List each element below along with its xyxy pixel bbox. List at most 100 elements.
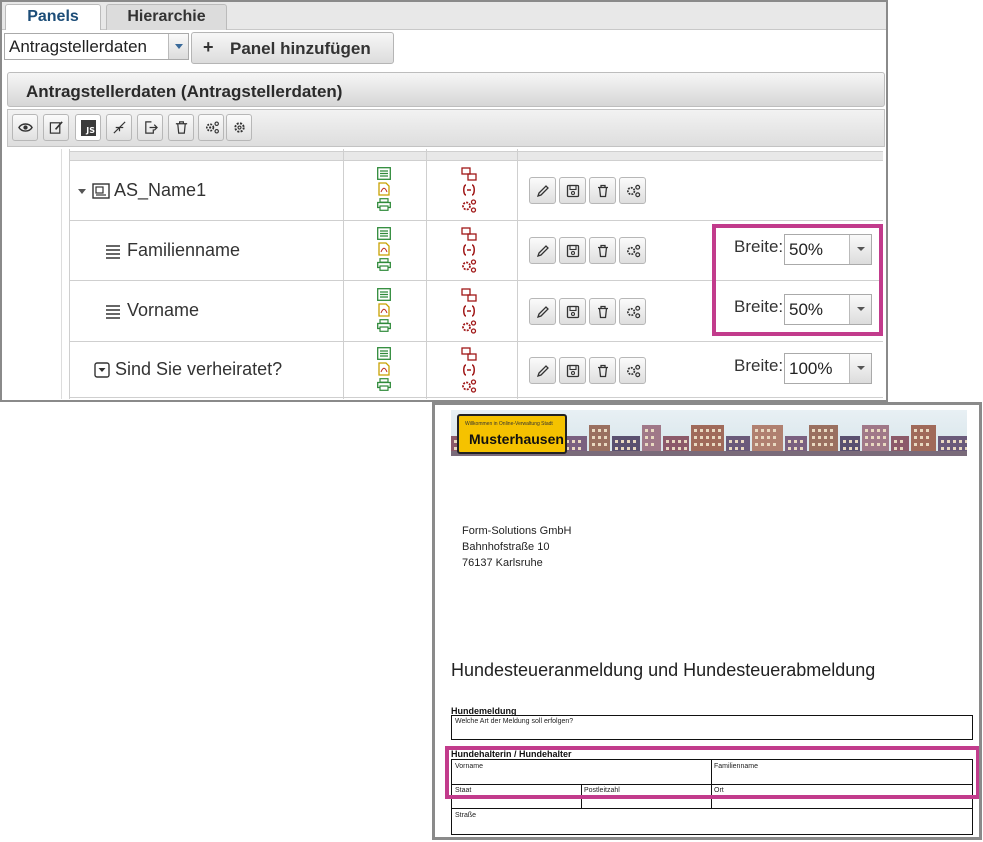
address-line: 76137 Karlsruhe [462, 557, 543, 569]
breite-select[interactable]: 100% [784, 353, 872, 384]
copy-icon[interactable] [461, 167, 477, 181]
caret-down-icon[interactable] [77, 186, 87, 196]
panel-title: Antragstellerdaten (Antragstellerdaten) [26, 82, 343, 101]
javascript-button[interactable]: JS [75, 114, 101, 141]
cogs-icon [627, 364, 641, 378]
print-icon[interactable] [377, 378, 391, 391]
row-label: AS_Name1 [114, 180, 207, 200]
pencil-icon [536, 185, 549, 198]
export-button[interactable] [137, 114, 163, 141]
list-icon[interactable] [377, 227, 391, 240]
delete-button[interactable] [589, 357, 616, 384]
list-icon[interactable] [377, 167, 391, 180]
js-icon: JS [81, 120, 96, 136]
pencil-icon [536, 306, 549, 319]
cogs-icon[interactable] [461, 259, 477, 273]
copy-icon[interactable] [461, 288, 477, 302]
cogs-icon[interactable] [461, 379, 477, 393]
link-icon[interactable] [461, 304, 477, 318]
panel-select[interactable]: Antragstellerdaten [4, 33, 189, 60]
link-icon[interactable] [461, 363, 477, 377]
panel-select-value: Antragstellerdaten [9, 37, 147, 56]
output-icons [377, 347, 393, 393]
chevron-down-icon[interactable] [168, 34, 188, 59]
delete-button[interactable] [589, 237, 616, 264]
sign-subtitle: Willkommen in Online-Verwaltung Stadt [465, 421, 553, 427]
settings-button[interactable] [619, 357, 646, 384]
output-icons [377, 288, 393, 334]
edit-button[interactable] [529, 298, 556, 325]
save-button[interactable] [559, 357, 586, 384]
edit-button[interactable] [529, 177, 556, 204]
save-button[interactable] [559, 298, 586, 325]
chevron-down-icon[interactable] [849, 354, 871, 383]
dropdown-field-icon [94, 362, 110, 378]
pdf-icon[interactable] [377, 362, 391, 376]
save-button[interactable] [559, 237, 586, 264]
logic-icons [461, 288, 477, 336]
text-field-icon [106, 305, 120, 320]
highlight-frame [445, 746, 979, 799]
document-title: Hundesteueranmeldung und Hundesteuerabme… [451, 660, 876, 680]
link-icon[interactable] [461, 243, 477, 257]
print-icon[interactable] [377, 258, 391, 271]
edit-icon [49, 121, 63, 134]
tab-hierarchie[interactable]: Hierarchie [106, 4, 227, 30]
list-icon[interactable] [377, 288, 391, 301]
cogs-icon [627, 305, 641, 319]
pdf-icon[interactable] [377, 303, 391, 317]
edit-button[interactable] [529, 237, 556, 264]
add-panel-label: Panel hinzufügen [230, 39, 371, 58]
row-label-wrap: AS_Name1 [77, 180, 206, 201]
panel-editor-window: Panels Hierarchie Antragstellerdaten + P… [0, 0, 888, 402]
address-line: Form-Solutions GmbH [462, 525, 572, 537]
list-icon[interactable] [377, 347, 391, 360]
save-icon [566, 244, 580, 258]
delete-panel-button[interactable] [168, 114, 194, 141]
pdf-icon[interactable] [377, 242, 391, 256]
delete-button[interactable] [589, 298, 616, 325]
settings-button[interactable] [226, 114, 252, 141]
tree-indent-column [10, 149, 62, 399]
settings-button[interactable] [619, 177, 646, 204]
cogs-icon [627, 244, 641, 258]
edit-button[interactable] [529, 357, 556, 384]
save-icon [566, 364, 580, 378]
save-button[interactable] [559, 177, 586, 204]
panel-toolbar: JS [7, 109, 885, 147]
trash-icon [598, 364, 608, 378]
edit-panel-button[interactable] [43, 114, 69, 141]
advanced-settings-button[interactable] [198, 114, 224, 141]
breite-value: 100% [789, 359, 833, 378]
collapse-button[interactable] [106, 114, 132, 141]
print-icon[interactable] [377, 198, 391, 211]
copy-icon[interactable] [461, 227, 477, 241]
trash-icon [598, 305, 608, 319]
city-banner: Willkommen in Online-Verwaltung Stadt Mu… [451, 410, 967, 456]
link-icon[interactable] [461, 183, 477, 197]
address-line: Bahnhofstraße 10 [462, 541, 550, 553]
cogs-icon[interactable] [461, 199, 477, 213]
add-panel-button[interactable]: + Panel hinzufügen [191, 32, 394, 64]
print-icon[interactable] [377, 319, 391, 332]
pencil-icon [536, 245, 549, 258]
trash-icon [598, 244, 608, 258]
copy-icon[interactable] [461, 347, 477, 361]
preview-button[interactable] [12, 114, 38, 141]
row-label-wrap: Sind Sie verheiratet? [94, 359, 282, 380]
cogs-icon [206, 121, 219, 134]
logic-icons [461, 167, 477, 215]
logic-icons [461, 347, 477, 395]
delete-button[interactable] [589, 177, 616, 204]
pdf-preview: Willkommen in Online-Verwaltung Stadt Mu… [432, 402, 982, 840]
pdf-icon[interactable] [377, 182, 391, 196]
tab-panels[interactable]: Panels [5, 4, 101, 30]
save-icon [566, 184, 580, 198]
highlight-frame [712, 224, 883, 336]
row-label: Familienname [127, 240, 241, 260]
settings-button[interactable] [619, 237, 646, 264]
settings-button[interactable] [619, 298, 646, 325]
trash-icon [598, 184, 608, 198]
cogs-icon[interactable] [461, 320, 477, 334]
row-label: Sind Sie verheiratet? [115, 359, 283, 379]
